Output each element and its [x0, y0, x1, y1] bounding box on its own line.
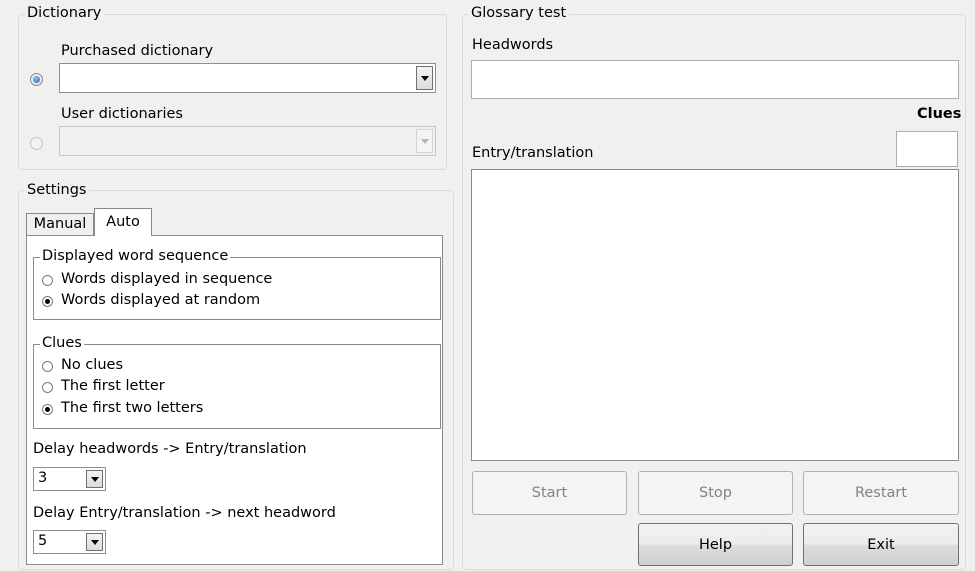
stop-button-label: Stop: [699, 485, 732, 501]
clues-frame-title: Clues: [40, 335, 84, 351]
entry-translation-field[interactable]: [471, 169, 959, 461]
restart-button[interactable]: Restart: [803, 471, 959, 515]
delay-headwords-dropdown-button[interactable]: [86, 470, 103, 488]
user-dictionaries-select[interactable]: [59, 126, 436, 156]
tab-auto[interactable]: Auto: [94, 208, 152, 236]
restart-button-label: Restart: [854, 485, 908, 501]
exit-button[interactable]: Exit: [803, 523, 959, 566]
glossary-group-title: Glossary test: [468, 5, 570, 21]
help-button[interactable]: Help: [638, 523, 793, 566]
stop-button[interactable]: Stop: [638, 471, 793, 515]
purchased-dropdown-button[interactable]: [416, 66, 433, 90]
sequence-option-radio[interactable]: [42, 275, 53, 286]
purchased-dictionary-select[interactable]: [59, 63, 436, 93]
sequence-frame: Displayed word sequence: [33, 248, 441, 320]
sequence-frame-title: Displayed word sequence: [40, 248, 231, 264]
settings-group-title: Settings: [24, 182, 90, 198]
chevron-down-icon: [90, 539, 99, 545]
first-letter-radio[interactable]: [42, 382, 53, 393]
exit-button-label: Exit: [867, 536, 895, 553]
delay-entry-value: 5: [38, 533, 48, 549]
purchased-dictionary-radio[interactable]: [30, 73, 43, 86]
first-two-letters-label[interactable]: The first two letters: [61, 400, 203, 416]
start-button-label: Start: [531, 485, 568, 501]
delay-entry-dropdown-button[interactable]: [86, 533, 103, 551]
delay-headwords-label: Delay headwords -> Entry/translation: [33, 441, 307, 457]
dictionary-group-title: Dictionary: [24, 5, 105, 21]
delay-headwords-value: 3: [38, 470, 48, 486]
delay-entry-select[interactable]: 5: [33, 530, 106, 554]
random-option-radio[interactable]: [42, 296, 53, 307]
help-button-label: Help: [698, 536, 733, 553]
no-clues-radio[interactable]: [42, 361, 53, 372]
sequence-option-label[interactable]: Words displayed in sequence: [61, 271, 272, 287]
entry-translation-label: Entry/translation: [472, 145, 594, 161]
random-option-label[interactable]: Words displayed at random: [61, 292, 260, 308]
delay-entry-label: Delay Entry/translation -> next headword: [33, 505, 336, 521]
clues-label: Clues: [917, 106, 962, 122]
first-letter-label[interactable]: The first letter: [61, 378, 165, 394]
purchased-dictionary-label: Purchased dictionary: [61, 43, 214, 59]
delay-headwords-select[interactable]: 3: [33, 467, 106, 491]
no-clues-label[interactable]: No clues: [61, 357, 123, 373]
headwords-label: Headwords: [472, 37, 554, 53]
headwords-field[interactable]: [471, 60, 959, 99]
start-button[interactable]: Start: [472, 471, 627, 515]
clues-field[interactable]: [896, 131, 958, 167]
user-dictionaries-radio[interactable]: [30, 137, 43, 150]
user-dropdown-button[interactable]: [416, 129, 433, 153]
chevron-down-icon: [420, 75, 429, 81]
chevron-down-icon: [90, 476, 99, 482]
tab-auto-label: Auto: [106, 214, 140, 230]
chevron-down-icon: [420, 138, 429, 144]
user-dictionaries-label: User dictionaries: [61, 106, 183, 122]
first-two-letters-radio[interactable]: [42, 404, 53, 415]
tab-manual-label: Manual: [33, 216, 87, 232]
tab-manual[interactable]: Manual: [26, 213, 94, 235]
